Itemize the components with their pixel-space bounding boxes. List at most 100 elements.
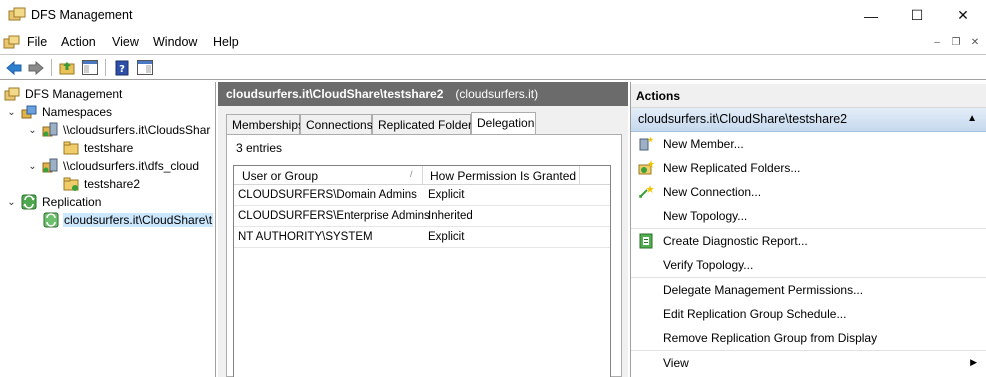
up-level-button[interactable] — [57, 58, 77, 77]
action-create-diagnostic-report[interactable]: Create Diagnostic Report... — [631, 229, 986, 253]
diagnostic-report-icon — [639, 233, 653, 249]
action-new-member[interactable]: New Member... — [631, 132, 986, 156]
folder-up-icon — [59, 61, 75, 74]
column-divider[interactable] — [579, 166, 580, 184]
column-divider[interactable] — [422, 166, 423, 184]
new-connection-icon — [639, 185, 654, 198]
show-hide-tree-button[interactable] — [80, 58, 100, 77]
tree-item-namespaces[interactable]: ⌄ Namespaces — [6, 103, 113, 121]
tree-item-namespace-2[interactable]: ⌄ \\cloudsurfers.it\dfs_cloud — [27, 157, 200, 175]
sort-indicator-icon: / — [410, 169, 413, 179]
actions-section-header[interactable]: cloudsurfers.it\CloudShare\testshare2 ▲ — [631, 108, 986, 132]
back-arrow-icon — [6, 60, 22, 75]
action-view[interactable]: View ▶ — [631, 351, 986, 375]
list-header: User or Group / How Permission Is Grante… — [234, 166, 610, 185]
table-row[interactable]: CLOUDSURFERS\Enterprise Admins Inherited — [234, 206, 610, 227]
folder-link-icon — [63, 141, 79, 155]
tab-replicated-folders[interactable]: Replicated Folders — [372, 114, 478, 135]
tree-item-replication-group[interactable]: cloudsurfers.it\CloudShare\t — [43, 211, 214, 229]
new-replicated-folders-icon — [638, 160, 654, 175]
tree-label: DFS Management — [25, 87, 123, 101]
toolbar: ? — [0, 54, 986, 80]
cell-user: NT AUTHORITY\SYSTEM — [238, 231, 373, 243]
namespaces-icon — [21, 105, 37, 119]
tree-label: Namespaces — [42, 105, 113, 119]
forward-button[interactable] — [26, 58, 46, 77]
action-label: New Replicated Folders... — [663, 161, 801, 175]
column-header-how-granted[interactable]: How Permission Is Granted — [430, 169, 576, 183]
tab-memberships[interactable]: Memberships — [226, 114, 304, 135]
cell-how: Explicit — [428, 189, 465, 201]
action-label: Edit Replication Group Schedule... — [663, 307, 847, 321]
table-row[interactable]: CLOUDSURFERS\Domain Admins Explicit — [234, 185, 610, 206]
dfs-document-icon[interactable] — [3, 34, 21, 50]
action-remove-replication-group[interactable]: Remove Replication Group from Display — [631, 326, 986, 350]
svg-text:?: ? — [119, 64, 125, 75]
action-label: New Member... — [663, 137, 744, 151]
new-member-icon — [639, 136, 654, 151]
show-hide-action-pane-button[interactable] — [135, 58, 155, 77]
tree-item-replication[interactable]: ⌄ Replication — [6, 193, 102, 211]
help-book-icon: ? — [115, 60, 129, 75]
action-edit-schedule[interactable]: Edit Replication Group Schedule... — [631, 302, 986, 326]
forward-arrow-icon — [28, 60, 44, 75]
collapse-up-icon[interactable]: ▲ — [967, 113, 977, 124]
action-label: Remove Replication Group from Display — [663, 331, 878, 345]
toolbar-separator — [105, 59, 106, 76]
submenu-arrow-icon: ▶ — [970, 357, 977, 367]
action-new-topology[interactable]: New Topology... — [631, 204, 986, 228]
results-header: cloudsurfers.it\CloudShare\testshare2 (c… — [218, 82, 628, 106]
chevron-down-icon[interactable]: ⌄ — [27, 161, 38, 172]
replication-icon — [21, 194, 37, 210]
mdi-close-button[interactable]: ✕ — [968, 36, 982, 50]
menu-help[interactable]: Help — [213, 35, 239, 49]
console-tree-icon — [82, 60, 98, 75]
maximize-button[interactable]: ☐ — [894, 0, 940, 31]
delegation-panel: 3 entries User or Group / How Permission… — [226, 134, 622, 377]
action-label: New Topology... — [663, 209, 748, 223]
menu-view[interactable]: View — [112, 35, 139, 49]
results-pane: cloudsurfers.it\CloudShare\testshare2 (c… — [218, 82, 628, 377]
window-title: DFS Management — [31, 8, 133, 22]
tree-label: \\cloudsurfers.it\CloudsShar — [63, 123, 211, 137]
tree-label: cloudsurfers.it\CloudShare\t — [63, 213, 214, 227]
close-button[interactable]: ✕ — [940, 0, 986, 31]
actions-section-label: cloudsurfers.it\CloudShare\testshare2 — [638, 112, 848, 126]
tab-connections[interactable]: Connections — [300, 114, 373, 135]
table-row[interactable]: NT AUTHORITY\SYSTEM Explicit — [234, 227, 610, 248]
namespace-server-icon — [42, 122, 58, 137]
permissions-list: User or Group / How Permission Is Grante… — [233, 165, 611, 377]
tree-item-root[interactable]: DFS Management — [4, 85, 123, 103]
tree-item-namespace-1[interactable]: ⌄ \\cloudsurfers.it\CloudsShar — [27, 121, 211, 139]
help-button[interactable]: ? — [112, 58, 132, 77]
action-new-connection[interactable]: New Connection... — [631, 180, 986, 204]
chevron-down-icon[interactable]: ⌄ — [6, 107, 17, 118]
action-delegate-permissions[interactable]: Delegate Management Permissions... — [631, 278, 986, 302]
menu-action[interactable]: Action — [61, 35, 96, 49]
cell-user: CLOUDSURFERS\Domain Admins — [238, 189, 417, 201]
action-new-replicated-folders[interactable]: New Replicated Folders... — [631, 156, 986, 180]
console-tree: DFS Management ⌄ Namespaces ⌄ \\cloudsur… — [0, 82, 216, 377]
actions-title: Actions — [631, 84, 986, 108]
action-verify-topology[interactable]: Verify Topology... — [631, 253, 986, 277]
menu-window[interactable]: Window — [153, 35, 197, 49]
tree-label: Replication — [42, 195, 102, 209]
minimize-button[interactable]: — — [848, 0, 894, 31]
folder-link-icon — [63, 177, 79, 191]
mdi-minimize-button[interactable]: ‒ — [930, 36, 944, 50]
back-button[interactable] — [4, 58, 24, 77]
tree-item-testshare[interactable]: testshare — [63, 139, 134, 157]
mdi-restore-button[interactable]: ❐ — [949, 36, 963, 50]
tree-label: testshare2 — [84, 177, 141, 191]
chevron-down-icon[interactable]: ⌄ — [6, 197, 17, 208]
title-bar: DFS Management — ☐ ✕ — [0, 0, 986, 31]
namespace-server-icon — [42, 158, 58, 173]
tree-item-testshare2[interactable]: testshare2 — [63, 175, 141, 193]
tab-delegation[interactable]: Delegation — [471, 112, 536, 136]
toolbar-separator — [51, 59, 52, 76]
results-header-title: cloudsurfers.it\CloudShare\testshare2 — [226, 87, 444, 101]
menu-file[interactable]: File — [27, 35, 47, 49]
column-header-user-or-group[interactable]: User or Group — [242, 169, 318, 183]
action-label: Verify Topology... — [663, 258, 754, 272]
chevron-down-icon[interactable]: ⌄ — [27, 125, 38, 136]
